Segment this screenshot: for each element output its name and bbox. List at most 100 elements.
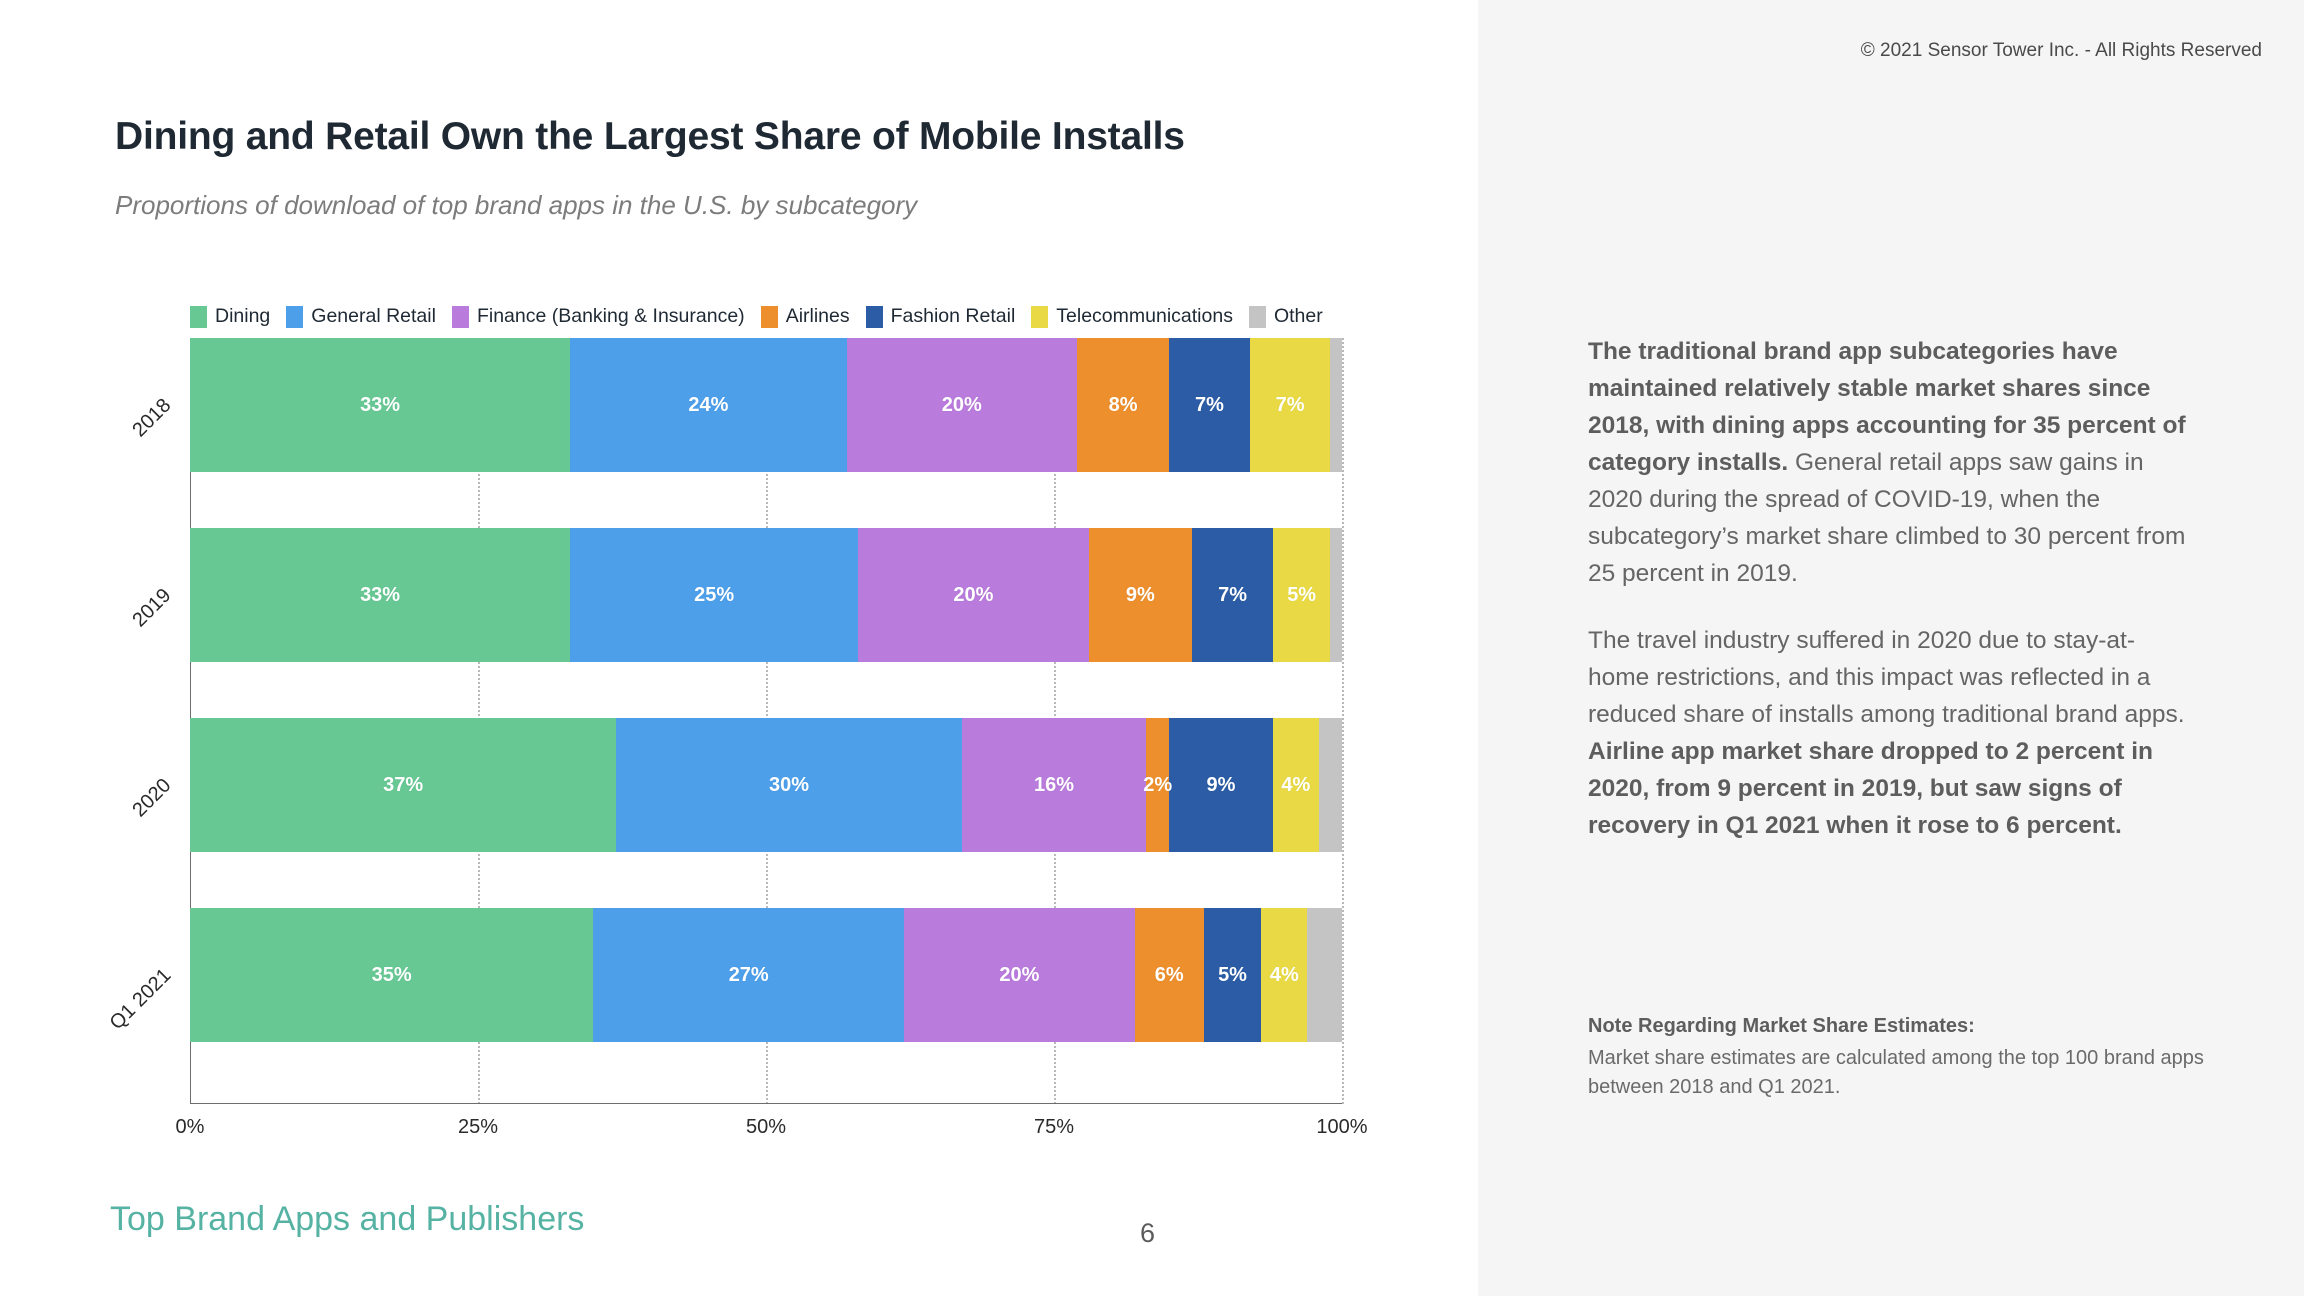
bar-segment-label: 35% — [371, 963, 412, 986]
page-number: 6 — [1140, 1218, 1156, 1248]
bar-segment-label: 4% — [1281, 773, 1311, 796]
x-axis-tick-label: 100% — [1316, 1116, 1368, 1138]
bar-segment[interactable]: 7% — [1169, 338, 1250, 472]
page-subtitle: Proportions of download of top brand app… — [115, 190, 918, 220]
legend-swatch — [865, 305, 883, 328]
legend-item[interactable]: Telecommunications — [1031, 305, 1233, 328]
bar-row: 37% 30% 16% 2% 9% 4% — [190, 718, 1342, 852]
bar-segment[interactable]: 6% — [1134, 908, 1204, 1042]
bar-segment[interactable]: 33% — [190, 338, 571, 472]
bar-segment[interactable]: 4% — [1261, 908, 1308, 1042]
legend-label: Airlines — [785, 305, 850, 327]
y-axis-tick-label: 2018 — [128, 394, 176, 442]
legend-swatch — [451, 305, 469, 328]
bar-segment-label: 7% — [1218, 583, 1247, 606]
chart-legend: Dining General Retail Finance (Banking & I… — [190, 305, 1339, 328]
bar-segment[interactable]: 20% — [904, 908, 1135, 1042]
footer-label: Top Brand Apps and Publishers — [110, 1200, 585, 1238]
commentary-panel: © 2021 Sensor Tower Inc. - All Rights Re… — [1478, 0, 2304, 1296]
bar-segment-label: 33% — [360, 583, 401, 606]
commentary-paragraph-2-bold: Airline app market share dropped to 2 pe… — [1588, 738, 2153, 839]
legend-item[interactable]: General Retail — [286, 305, 436, 328]
bar-segment-label: 6% — [1154, 963, 1184, 986]
bar-segment-label: 20% — [953, 583, 994, 606]
chart-panel: Dining and Retail Own the Largest Share … — [0, 0, 1478, 1296]
bar-segment[interactable] — [1330, 338, 1342, 472]
bar-row: 33% 24% 20% 8% 7% 7% — [190, 338, 1342, 472]
bar-segment[interactable]: 2% — [1143, 718, 1173, 852]
x-axis-tick-label: 25% — [457, 1116, 499, 1138]
bar-segment[interactable]: 20% — [846, 338, 1078, 472]
commentary-paragraph-2-lead: The travel industry suffered in 2020 due… — [1588, 627, 2185, 728]
bar-segment-label: 7% — [1195, 393, 1224, 416]
bar-segment[interactable]: 9% — [1169, 718, 1273, 852]
bar-segment[interactable]: 16% — [961, 718, 1147, 852]
bar-segment[interactable]: 9% — [1088, 528, 1193, 662]
bar-segment[interactable]: 24% — [570, 338, 847, 472]
legend-label: Dining — [215, 305, 271, 327]
bar-segment-label: 7% — [1275, 393, 1305, 416]
bar-segment[interactable] — [1307, 908, 1342, 1042]
bar-segment[interactable]: 30% — [616, 718, 962, 852]
bar-segment[interactable]: 7% — [1249, 338, 1331, 472]
x-axis-tick-label: 0% — [175, 1116, 205, 1138]
commentary-text: The traditional brand app subcategories … — [1588, 333, 2188, 874]
bar-segment-label: 9% — [1125, 583, 1155, 606]
bar-segment[interactable]: 20% — [858, 528, 1089, 662]
legend-item[interactable]: Other — [1248, 305, 1323, 328]
legend-label: General Retail — [311, 305, 436, 327]
bar-segment-label: 9% — [1206, 773, 1236, 796]
bar-segment[interactable]: 33% — [190, 528, 571, 662]
y-axis-tick-label: 2020 — [128, 774, 176, 822]
bar-segment-label: 16% — [1033, 773, 1074, 796]
bar-segment-label: 2% — [1143, 773, 1173, 796]
note-title: Note Regarding Market Share Estimates: — [1588, 1015, 1975, 1037]
note-body: Market share estimates are calculated am… — [1588, 1047, 2204, 1098]
legend-item[interactable]: Finance (Banking & Insurance) — [451, 305, 745, 328]
bar-segment-label: 33% — [360, 393, 401, 416]
bar-segment-label: 37% — [383, 773, 424, 796]
bar-segment[interactable]: 5% — [1272, 528, 1331, 662]
bar-segment[interactable] — [1330, 528, 1342, 662]
legend-item[interactable]: Dining — [190, 305, 270, 328]
commentary-paragraph-2: The travel industry suffered in 2020 due… — [1588, 622, 2188, 844]
legend-swatch — [760, 305, 778, 328]
bar-segment-label: 25% — [694, 583, 735, 606]
x-axis-line — [190, 1103, 1342, 1104]
bar-row: 35% 27% 20% 6% 5% 4% — [190, 908, 1342, 1042]
bar-segment-label: 24% — [688, 393, 729, 416]
bar-segment-label: 20% — [941, 393, 982, 416]
copyright-notice: © 2021 Sensor Tower Inc. - All Rights Re… — [1860, 40, 2262, 61]
bar-segment[interactable]: 7% — [1192, 528, 1273, 662]
legend-item[interactable]: Fashion Retail — [865, 305, 1015, 328]
bar-segment-label: 30% — [769, 773, 810, 796]
bar-segment-label: 5% — [1287, 583, 1317, 606]
commentary-paragraph-1: The traditional brand app subcategories … — [1588, 333, 2188, 592]
legend-swatch — [286, 305, 304, 328]
legend-item[interactable]: Airlines — [760, 305, 850, 328]
bar-segment[interactable]: 25% — [570, 528, 859, 662]
legend-label: Finance (Banking & Insurance) — [476, 305, 745, 327]
y-axis-tick-label: Q1 2021 — [105, 964, 176, 1035]
legend-label: Other — [1273, 305, 1323, 327]
bar-segment[interactable] — [1318, 718, 1342, 852]
stacked-bar-chart: 33% 24% 20% 8% 7% 7% 33% 25% 20% 9% 7% 5% 37% 30% 16% 2… — [190, 338, 1344, 1104]
bar-segment[interactable]: 5% — [1203, 908, 1262, 1042]
bar-segment[interactable]: 8% — [1077, 338, 1170, 472]
bar-segment-label: 27% — [728, 963, 769, 986]
bar-segment[interactable]: 4% — [1272, 718, 1319, 852]
bar-segment[interactable]: 35% — [190, 908, 594, 1042]
legend-swatch — [1031, 305, 1049, 328]
methodology-note: Note Regarding Market Share Estimates: M… — [1588, 1015, 2208, 1102]
x-axis-tick-label: 50% — [745, 1116, 787, 1138]
bar-row: 33% 25% 20% 9% 7% 5% — [190, 528, 1342, 662]
slide: Dining and Retail Own the Largest Share … — [0, 0, 2304, 1296]
bar-segment[interactable]: 37% — [190, 718, 617, 852]
bar-segment-label: 20% — [999, 963, 1040, 986]
bar-segment-label: 5% — [1218, 963, 1247, 986]
legend-swatch — [1248, 305, 1266, 328]
page-title: Dining and Retail Own the Largest Share … — [115, 115, 1185, 158]
bar-segment-label: 4% — [1269, 963, 1299, 986]
bar-segment[interactable]: 27% — [593, 908, 905, 1042]
x-axis-tick-label: 75% — [1033, 1116, 1075, 1138]
